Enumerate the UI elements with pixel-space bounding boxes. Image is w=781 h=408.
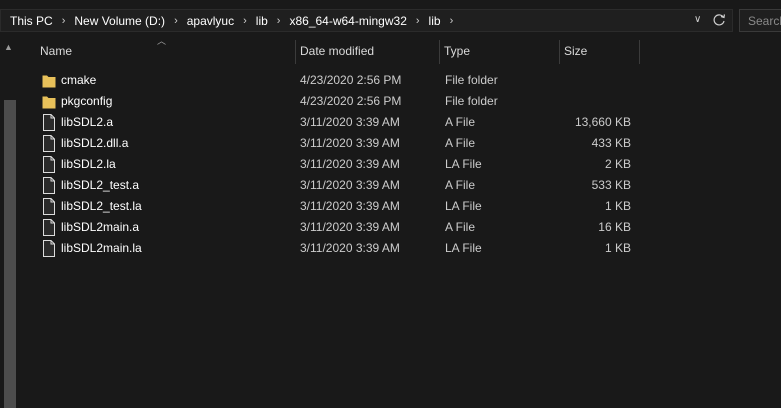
file-type: A File bbox=[445, 178, 476, 192]
file-icon bbox=[43, 219, 55, 236]
breadcrumb-item[interactable]: apavlyuc bbox=[187, 14, 234, 28]
chevron-right-icon[interactable]: › bbox=[243, 15, 247, 27]
file-type: LA File bbox=[445, 241, 482, 255]
file-type: LA File bbox=[445, 199, 482, 213]
file-name: cmake bbox=[61, 73, 97, 87]
column-header-size[interactable]: Size bbox=[559, 40, 639, 64]
breadcrumb: This PC › New Volume (D:) › apavlyuc › lib › x86… bbox=[10, 10, 462, 31]
file-date: 3/11/2020 3:39 AM bbox=[300, 199, 400, 213]
file-size: 1 KB bbox=[604, 199, 631, 213]
file-name: libSDL2.la bbox=[61, 157, 116, 171]
file-date: 3/11/2020 3:39 AM bbox=[300, 241, 400, 255]
file-date: 3/11/2020 3:39 AM bbox=[300, 157, 400, 171]
file-row[interactable]: libSDL2.a 3/11/2020 3:39 AM A File 13,660 K… bbox=[35, 112, 635, 133]
breadcrumb-item[interactable]: lib bbox=[256, 14, 268, 28]
file-size bbox=[505, 70, 631, 91]
search-input[interactable]: Search bbox=[739, 9, 781, 32]
file-date: 4/23/2020 2:56 PM bbox=[300, 94, 402, 108]
file-icon bbox=[43, 156, 55, 173]
chevron-right-icon[interactable]: › bbox=[416, 15, 420, 27]
file-size: 16 KB bbox=[598, 220, 631, 234]
file-row[interactable]: cmake 4/23/2020 2:56 PM File folder bbox=[35, 70, 635, 91]
file-type: File folder bbox=[445, 94, 498, 108]
file-name: libSDL2_test.a bbox=[61, 178, 140, 192]
file-date: 3/11/2020 3:39 AM bbox=[300, 178, 400, 192]
file-icon bbox=[43, 240, 55, 257]
file-icon bbox=[43, 198, 55, 215]
scroll-up-icon[interactable]: ▲ bbox=[4, 42, 13, 52]
file-icon bbox=[43, 135, 55, 152]
file-row[interactable]: libSDL2.dll.a 3/11/2020 3:39 AM A File 433 … bbox=[35, 133, 635, 154]
chevron-down-icon[interactable]: ∨ bbox=[694, 14, 701, 25]
file-icon bbox=[43, 177, 55, 194]
file-size: 2 KB bbox=[604, 157, 631, 171]
file-type: A File bbox=[445, 115, 476, 129]
file-name: libSDL2.dll.a bbox=[61, 136, 129, 150]
file-date: 3/11/2020 3:39 AM bbox=[300, 115, 400, 129]
file-name: pkgconfig bbox=[61, 94, 113, 108]
file-date: 3/11/2020 3:39 AM bbox=[300, 220, 400, 234]
column-divider[interactable] bbox=[295, 40, 296, 64]
chevron-right-icon[interactable]: › bbox=[174, 15, 178, 27]
file-name: libSDL2main.a bbox=[61, 220, 140, 234]
breadcrumb-item[interactable]: x86_64-w64-mingw32 bbox=[289, 14, 406, 28]
file-type: A File bbox=[445, 136, 476, 150]
file-row[interactable]: libSDL2main.a 3/11/2020 3:39 AM A File 16 K… bbox=[35, 217, 635, 238]
column-header-type[interactable]: Type bbox=[439, 40, 559, 64]
file-size: 1 KB bbox=[604, 241, 631, 255]
breadcrumb-item[interactable]: This PC bbox=[10, 14, 53, 28]
file-date: 3/11/2020 3:39 AM bbox=[300, 136, 400, 150]
file-size: 533 KB bbox=[591, 178, 631, 192]
file-size bbox=[505, 91, 631, 112]
file-name: libSDL2.a bbox=[61, 115, 114, 129]
column-header-name[interactable]: Name bbox=[35, 40, 295, 64]
address-bar: This PC › New Volume (D:) › apavlyuc › lib › x86… bbox=[0, 0, 781, 40]
address-box[interactable]: This PC › New Volume (D:) › apavlyuc › lib › x86… bbox=[0, 9, 733, 32]
chevron-right-icon[interactable]: › bbox=[450, 15, 454, 27]
file-name: libSDL2main.la bbox=[61, 241, 142, 255]
column-header-date[interactable]: Date modified bbox=[295, 40, 439, 64]
column-divider[interactable] bbox=[639, 40, 640, 64]
file-row[interactable]: pkgconfig 4/23/2020 2:56 PM File folder bbox=[35, 91, 635, 112]
folder-icon bbox=[42, 96, 56, 109]
file-name: libSDL2_test.la bbox=[61, 199, 142, 213]
search-placeholder: Search bbox=[748, 14, 781, 28]
file-icon bbox=[43, 114, 55, 131]
file-date: 4/23/2020 2:56 PM bbox=[300, 73, 402, 87]
nav-scrollbar-thumb[interactable] bbox=[4, 100, 16, 408]
file-row[interactable]: libSDL2_test.a 3/11/2020 3:39 AM A File 533… bbox=[35, 175, 635, 196]
navigation-pane: ▲ bbox=[0, 40, 19, 408]
breadcrumb-item[interactable]: lib bbox=[429, 14, 441, 28]
file-row[interactable]: libSDL2.la 3/11/2020 3:39 AM LA File 2 KB bbox=[35, 154, 635, 175]
file-type: A File bbox=[445, 220, 476, 234]
column-divider[interactable] bbox=[439, 40, 440, 64]
folder-icon bbox=[42, 75, 56, 88]
file-size: 433 KB bbox=[591, 136, 631, 150]
file-size: 13,660 KB bbox=[574, 115, 631, 129]
file-row[interactable]: libSDL2main.la 3/11/2020 3:39 AM LA File 1 … bbox=[35, 238, 635, 259]
file-type: LA File bbox=[445, 157, 482, 171]
chevron-right-icon[interactable]: › bbox=[277, 15, 281, 27]
chevron-right-icon[interactable]: › bbox=[62, 15, 66, 27]
breadcrumb-item[interactable]: New Volume (D:) bbox=[74, 14, 165, 28]
file-type: File folder bbox=[445, 73, 498, 87]
refresh-icon[interactable] bbox=[711, 12, 727, 28]
file-row[interactable]: libSDL2_test.la 3/11/2020 3:39 AM LA File 1… bbox=[35, 196, 635, 217]
column-divider[interactable] bbox=[559, 40, 560, 64]
